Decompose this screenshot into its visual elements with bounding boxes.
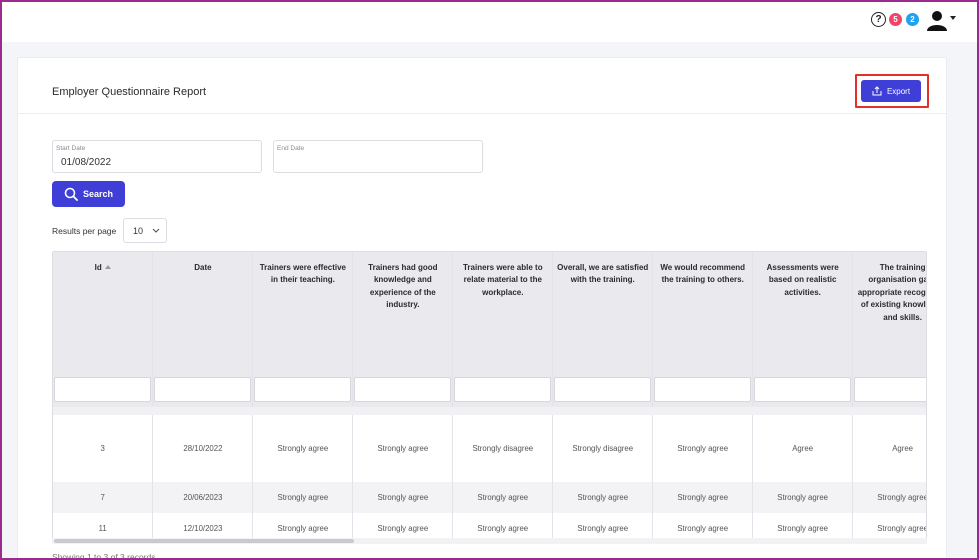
- export-label: Export: [886, 86, 911, 96]
- search-button[interactable]: Search: [52, 181, 125, 207]
- table-spacer-row: [53, 407, 926, 415]
- search-label: Search: [82, 189, 114, 199]
- table-cell: Strongly agree: [452, 482, 554, 513]
- column-filter-cell: [652, 371, 754, 407]
- table-row[interactable]: 3 28/10/2022 Strongly agree Strongly agree S…: [53, 415, 926, 482]
- column-header[interactable]: Trainers were effective in their teachin…: [252, 252, 354, 371]
- table-cell: Agree: [752, 415, 854, 482]
- column-header[interactable]: The training organisation gave appropria…: [852, 252, 927, 371]
- column-filter-input[interactable]: [154, 376, 252, 402]
- column-filter-input[interactable]: [854, 376, 926, 402]
- column-header-label: Id: [94, 263, 102, 272]
- table-cell: Strongly agree: [852, 482, 926, 513]
- report-table-container: Id Date Trainers were effective in their t…: [52, 251, 927, 544]
- message-count: 2: [910, 15, 915, 24]
- column-header[interactable]: Overall, we are satisfied with the train…: [552, 252, 654, 371]
- table-row[interactable]: 7 20/06/2023 Strongly agree Strongly agree S…: [53, 482, 926, 513]
- results-per-page-label: Results per page: [52, 226, 117, 236]
- user-menu-caret-icon[interactable]: [950, 16, 956, 20]
- column-header[interactable]: Date: [152, 252, 254, 371]
- column-filter-input[interactable]: [254, 376, 352, 402]
- table-cell: Strongly agree: [352, 415, 454, 482]
- table-cell: Agree: [852, 415, 926, 482]
- sort-asc-icon[interactable]: [104, 265, 111, 269]
- column-filter-input[interactable]: [54, 376, 152, 402]
- table-cell: Strongly disagree: [452, 415, 554, 482]
- results-per-page-value: 10: [133, 226, 144, 236]
- column-header-label: Date: [194, 263, 212, 272]
- column-header[interactable]: Assessments were based on realistic acti…: [752, 252, 854, 371]
- export-button[interactable]: Export: [861, 80, 921, 102]
- end-date-field[interactable]: End Date: [273, 140, 483, 173]
- column-filter-input[interactable]: [354, 376, 452, 402]
- column-header-label: The training organisation gave appropria…: [857, 263, 927, 322]
- column-filter-input[interactable]: [654, 376, 752, 402]
- column-filter-cell: [852, 371, 926, 407]
- start-date-label: Start Date: [56, 145, 86, 152]
- start-date-value: 01/08/2022: [61, 157, 112, 168]
- help-icon[interactable]: ?: [871, 12, 886, 27]
- help-label: ?: [875, 14, 882, 25]
- records-summary: Showing 1 to 3 of 3 records: [52, 552, 156, 560]
- table-cell: Strongly disagree: [552, 415, 654, 482]
- column-filter-cell: [552, 371, 654, 407]
- top-bar: ? 5 2: [0, 0, 979, 42]
- column-filter-cell: [352, 371, 454, 407]
- table-cell: Strongly agree: [252, 415, 354, 482]
- start-date-field[interactable]: Start Date 01/08/2022: [52, 140, 262, 173]
- search-icon: [64, 187, 78, 201]
- page-title: Employer Questionnaire Report: [52, 86, 207, 98]
- table-cell: 7: [53, 482, 154, 513]
- table-header-row: Id Date Trainers were effective in their t…: [53, 252, 927, 371]
- table-cell: 20/06/2023: [152, 482, 254, 513]
- message-badge[interactable]: 2: [906, 13, 919, 26]
- table-cell: Strongly agree: [652, 482, 754, 513]
- column-header-label: Trainers were able to relate material to…: [462, 263, 543, 297]
- column-header[interactable]: Trainers were able to relate material to…: [452, 252, 554, 371]
- column-filter-cell: [752, 371, 854, 407]
- column-header-label: Assessments were based on realistic acti…: [766, 263, 839, 297]
- chevron-down-icon: [152, 228, 160, 233]
- column-header-label: Trainers had good knowledge and experien…: [368, 263, 438, 310]
- horizontal-scrollbar[interactable]: [52, 538, 927, 544]
- table-cell: Strongly agree: [552, 482, 654, 513]
- table-cell: Strongly agree: [252, 482, 354, 513]
- column-filter-input[interactable]: [754, 376, 852, 402]
- table-cell: 3: [53, 415, 154, 482]
- column-filter-cell: [252, 371, 354, 407]
- table-cell: Strongly agree: [652, 415, 754, 482]
- column-header-label: Trainers were effective in their teachin…: [259, 263, 347, 285]
- user-avatar-icon[interactable]: [926, 9, 948, 31]
- results-per-page-select[interactable]: 10: [123, 218, 167, 243]
- notification-count: 5: [893, 15, 898, 24]
- column-header-label: We would recommend the training to other…: [660, 263, 746, 285]
- table-cell: 28/10/2022: [152, 415, 254, 482]
- table-body: 3 28/10/2022 Strongly agree Strongly agree S…: [53, 407, 926, 543]
- table-cell: Strongly agree: [352, 482, 454, 513]
- card-divider: [18, 113, 946, 114]
- column-filter-cell: [452, 371, 554, 407]
- column-header[interactable]: Trainers had good knowledge and experien…: [352, 252, 454, 371]
- column-filter-input[interactable]: [454, 376, 552, 402]
- column-header[interactable]: Id: [53, 252, 154, 371]
- notification-badge[interactable]: 5: [889, 13, 902, 26]
- column-header-label: Overall, we are satisfied with the train…: [557, 263, 649, 285]
- upload-icon: [872, 86, 882, 96]
- table-filter-row: [53, 371, 926, 407]
- column-filter-input[interactable]: [554, 376, 652, 402]
- scrollbar-thumb[interactable]: [54, 539, 354, 543]
- column-filter-cell: [152, 371, 254, 407]
- column-header[interactable]: We would recommend the training to other…: [652, 252, 754, 371]
- report-table: Id Date Trainers were effective in their t…: [53, 252, 927, 543]
- end-date-label: End Date: [277, 145, 305, 152]
- table-cell: Strongly agree: [752, 482, 854, 513]
- column-filter-cell: [53, 371, 154, 407]
